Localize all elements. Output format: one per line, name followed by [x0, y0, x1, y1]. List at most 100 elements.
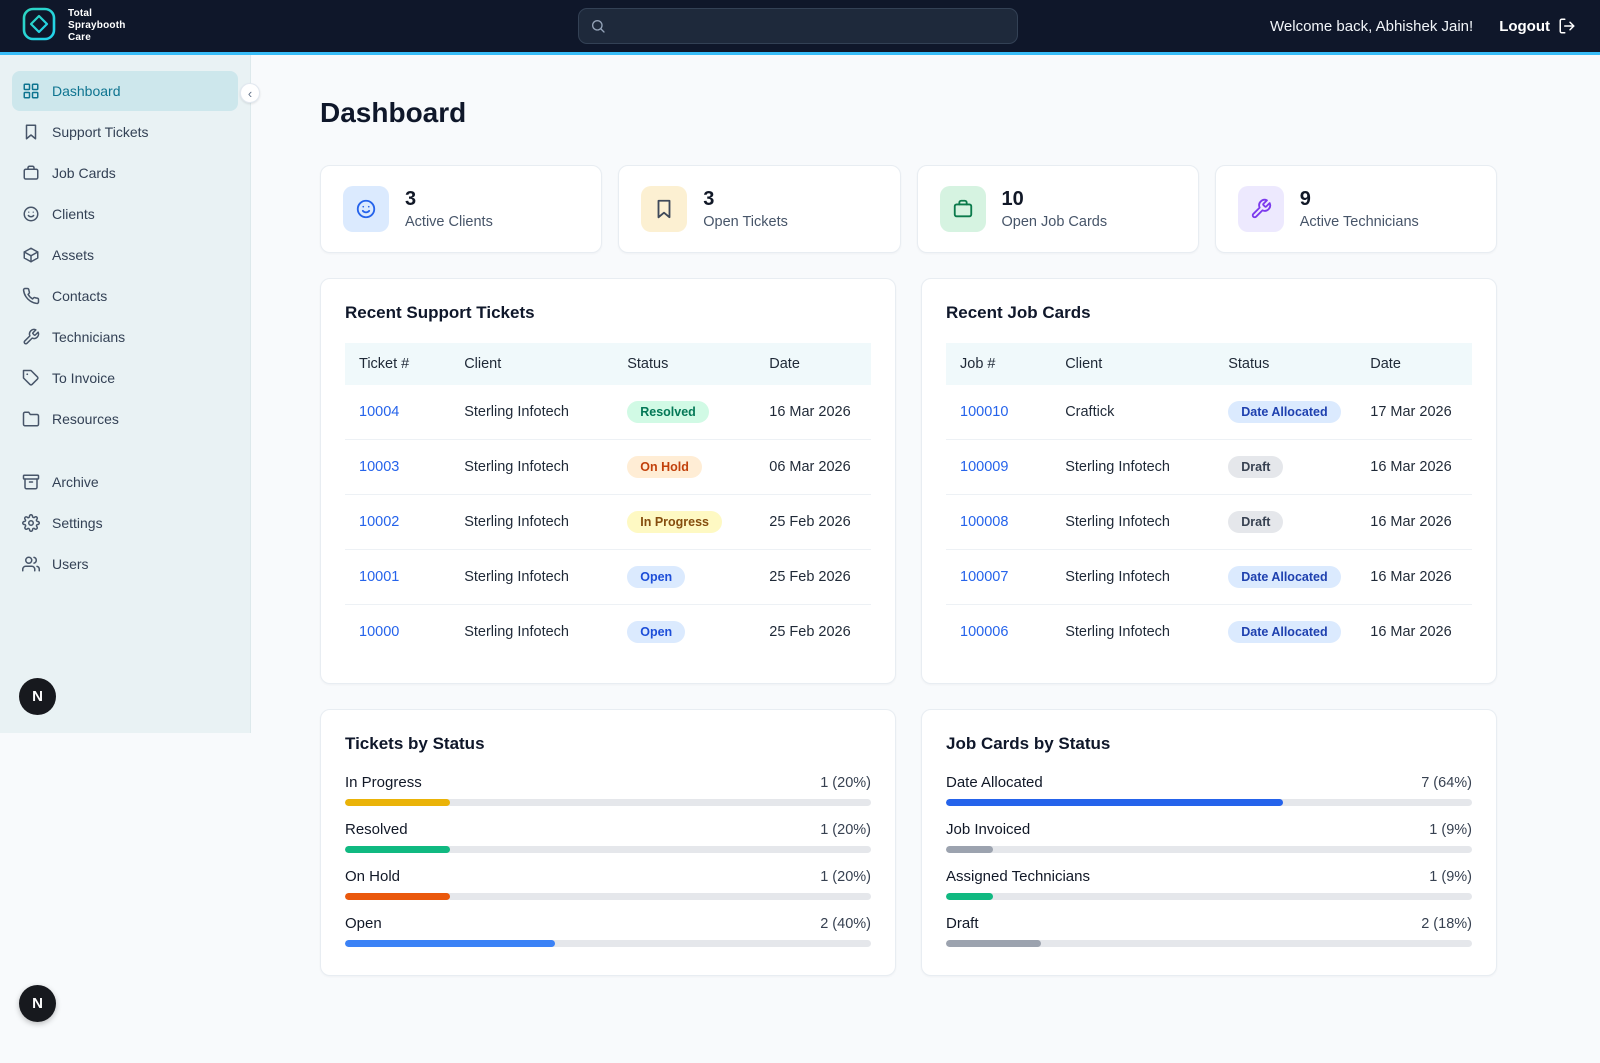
ticket-link[interactable]: 10003	[359, 459, 399, 475]
progress-fill	[345, 846, 450, 853]
status-label: On Hold	[345, 868, 400, 885]
status-value: 1 (20%)	[820, 822, 871, 838]
status-bar-row: Resolved 1 (20%)	[345, 821, 871, 853]
column-header: Ticket #	[345, 343, 450, 385]
date-cell: 16 Mar 2026	[1356, 550, 1472, 605]
table-row: 100007 Sterling Infotech Date Allocated …	[946, 550, 1472, 605]
sidebar-item-label: Contacts	[52, 288, 107, 304]
ticket-link[interactable]: 10000	[359, 624, 399, 640]
sidebar-item-contacts[interactable]: Contacts	[12, 276, 238, 316]
status-badge: Open	[627, 566, 685, 588]
job-link[interactable]: 100009	[960, 459, 1008, 475]
sidebar-item-archive[interactable]: Archive	[12, 462, 238, 502]
progress-fill	[946, 893, 993, 900]
stat-value: 10	[1002, 188, 1108, 211]
logout-icon	[1558, 17, 1576, 35]
table-row: 10002 Sterling Infotech In Progress 25 F…	[345, 495, 871, 550]
client-cell: Sterling Infotech	[450, 495, 613, 550]
progress-track	[345, 893, 871, 900]
status-badge: Draft	[1228, 511, 1283, 533]
stat-card-open-tickets: 3 Open Tickets	[618, 165, 900, 253]
stat-card-active-clients: 3 Active Clients	[320, 165, 602, 253]
main-content: Dashboard 3 Active Clients	[251, 55, 1600, 1063]
users-icon	[22, 555, 40, 573]
ticket-link[interactable]: 10002	[359, 514, 399, 530]
status-bar-row: Job Invoiced 1 (9%)	[946, 821, 1472, 853]
stat-label: Active Technicians	[1300, 214, 1419, 230]
job-link[interactable]: 100008	[960, 514, 1008, 530]
progress-fill	[946, 799, 1283, 806]
stat-icon-wrap	[641, 186, 687, 232]
ticket-link[interactable]: 10001	[359, 569, 399, 585]
search-input[interactable]	[578, 8, 1018, 44]
sidebar-item-users[interactable]: Users	[12, 544, 238, 584]
top-navbar: Total Spraybooth Care Welcome back, Abhi…	[0, 0, 1600, 55]
grid-icon	[22, 82, 40, 100]
status-label: Date Allocated	[946, 774, 1043, 791]
status-label: Assigned Technicians	[946, 868, 1090, 885]
package-icon	[22, 246, 40, 264]
status-value: 1 (20%)	[820, 869, 871, 885]
user-avatar[interactable]: N	[19, 678, 56, 715]
column-header: Status	[613, 343, 755, 385]
client-cell: Sterling Infotech	[450, 605, 613, 660]
job-cards-by-status-panel: Job Cards by Status Date Allocated 7 (64…	[921, 709, 1497, 976]
client-cell: Sterling Infotech	[450, 385, 613, 440]
app-logo[interactable]	[20, 5, 58, 48]
sidebar: ‹ Dashboard Support Tickets Job Cards	[0, 55, 251, 733]
user-avatar[interactable]: N	[19, 985, 56, 1022]
job-link[interactable]: 100010	[960, 404, 1008, 420]
column-header: Status	[1214, 343, 1356, 385]
sidebar-item-clients[interactable]: Clients	[12, 194, 238, 234]
search-icon	[590, 18, 606, 34]
brand-line-3: Care	[68, 32, 126, 44]
sidebar-item-to-invoice[interactable]: To Invoice	[12, 358, 238, 398]
sidebar-item-dashboard[interactable]: Dashboard	[12, 71, 238, 111]
sidebar-item-support-tickets[interactable]: Support Tickets	[12, 112, 238, 152]
status-badge: Date Allocated	[1228, 621, 1340, 643]
sidebar-item-technicians[interactable]: Technicians	[12, 317, 238, 357]
table-header-row: Ticket # Client Status Date	[345, 343, 871, 385]
sidebar-item-job-cards[interactable]: Job Cards	[12, 153, 238, 193]
column-header: Client	[450, 343, 613, 385]
sidebar-item-settings[interactable]: Settings	[12, 503, 238, 543]
status-bar-row: Open 2 (40%)	[345, 915, 871, 947]
job-link[interactable]: 100006	[960, 624, 1008, 640]
smiley-icon	[355, 198, 377, 220]
status-badge: Draft	[1228, 456, 1283, 478]
status-value: 2 (40%)	[820, 916, 871, 932]
column-header: Date	[1356, 343, 1472, 385]
table-row: 100008 Sterling Infotech Draft 16 Mar 20…	[946, 495, 1472, 550]
date-cell: 16 Mar 2026	[755, 385, 871, 440]
stat-value: 3	[405, 188, 493, 211]
sidebar-item-assets[interactable]: Assets	[12, 235, 238, 275]
status-value: 7 (64%)	[1421, 775, 1472, 791]
status-badge: Open	[627, 621, 685, 643]
sidebar-collapse-button[interactable]: ‹	[240, 83, 260, 103]
status-badge: In Progress	[627, 511, 722, 533]
date-cell: 25 Feb 2026	[755, 605, 871, 660]
ticket-link[interactable]: 10004	[359, 404, 399, 420]
sidebar-item-resources[interactable]: Resources	[12, 399, 238, 439]
stat-icon-wrap	[940, 186, 986, 232]
status-value: 2 (18%)	[1421, 916, 1472, 932]
logout-button[interactable]: Logout	[1499, 17, 1576, 35]
sidebar-item-label: Support Tickets	[52, 124, 149, 140]
table-row: 10001 Sterling Infotech Open 25 Feb 2026	[345, 550, 871, 605]
support-tickets-table: Ticket # Client Status Date 10004 Sterli…	[345, 343, 871, 659]
tickets-by-status-panel: Tickets by Status In Progress 1 (20%) Re…	[320, 709, 896, 976]
progress-track	[946, 799, 1472, 806]
sidebar-item-label: Technicians	[52, 329, 125, 345]
bookmark-icon	[653, 198, 675, 220]
job-link[interactable]: 100007	[960, 569, 1008, 585]
status-bar-row: Date Allocated 7 (64%)	[946, 774, 1472, 806]
client-cell: Sterling Infotech	[450, 440, 613, 495]
status-value: 1 (9%)	[1429, 869, 1472, 885]
sidebar-item-label: To Invoice	[52, 370, 115, 386]
briefcase-icon	[952, 198, 974, 220]
recent-support-tickets-panel: Recent Support Tickets Ticket # Client S…	[320, 278, 896, 684]
sidebar-spacer	[12, 440, 238, 462]
sidebar-item-label: Job Cards	[52, 165, 116, 181]
stat-card-open-job-cards: 10 Open Job Cards	[917, 165, 1199, 253]
panel-title: Recent Job Cards	[946, 303, 1472, 323]
